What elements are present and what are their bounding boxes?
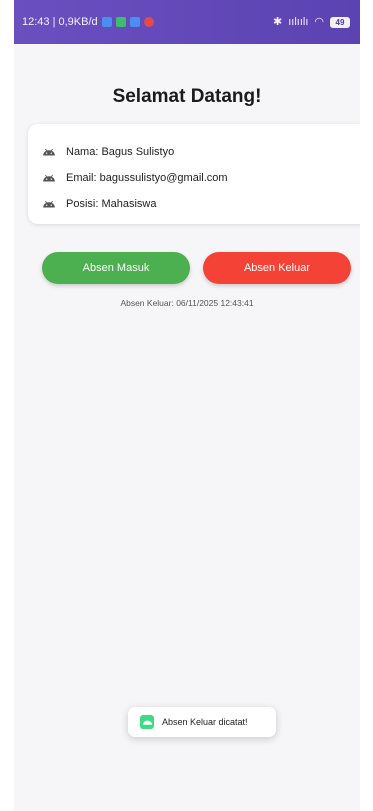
app-screen: 12:43 | 0,9KB/d ✱ ıılıılı ◠ 49 Selamat D… — [14, 0, 360, 811]
attendance-status-text: Absen Keluar: 06/11/2025 12:43:41 — [120, 298, 254, 308]
signal-icon: ıılıılı — [288, 16, 309, 28]
status-left: 12:43 | 0,9KB/d — [22, 0, 154, 44]
android-icon — [43, 148, 55, 156]
android-icon — [43, 200, 55, 208]
battery-icon: 49 — [330, 16, 350, 28]
wifi-icon: ◠ — [314, 16, 324, 28]
toast-notification: Absen Keluar dicatat! — [128, 707, 276, 737]
absen-keluar-button[interactable]: Absen Keluar — [203, 252, 351, 284]
status-right: ✱ ıılıılı ◠ 49 — [273, 0, 350, 44]
profile-name: Nama: Bagus Sulistyo — [66, 146, 175, 158]
profile-row-name: Nama: Bagus Sulistyo — [42, 146, 174, 158]
toast-message: Absen Keluar dicatat! — [162, 717, 248, 727]
app-icon — [143, 17, 154, 27]
profile-row-email: Email: bagussulistyo@gmail.com — [42, 172, 228, 184]
profile-row-position: Posisi: Mahasiswa — [42, 198, 156, 210]
profile-email: Email: bagussulistyo@gmail.com — [66, 172, 228, 184]
app-icon — [101, 17, 112, 27]
android-icon — [43, 174, 55, 182]
time-net-text: 12:43 | 0,9KB/d — [22, 16, 98, 28]
app-icon — [129, 17, 140, 27]
android-icon — [140, 715, 154, 729]
profile-position: Posisi: Mahasiswa — [66, 198, 157, 210]
bluetooth-icon: ✱ — [273, 16, 283, 28]
page-title: Selamat Datang! — [112, 86, 262, 107]
app-icon — [115, 17, 126, 27]
absen-masuk-button[interactable]: Absen Masuk — [42, 252, 190, 284]
status-bar: 12:43 | 0,9KB/d ✱ ıılıılı ◠ 49 — [14, 0, 360, 44]
